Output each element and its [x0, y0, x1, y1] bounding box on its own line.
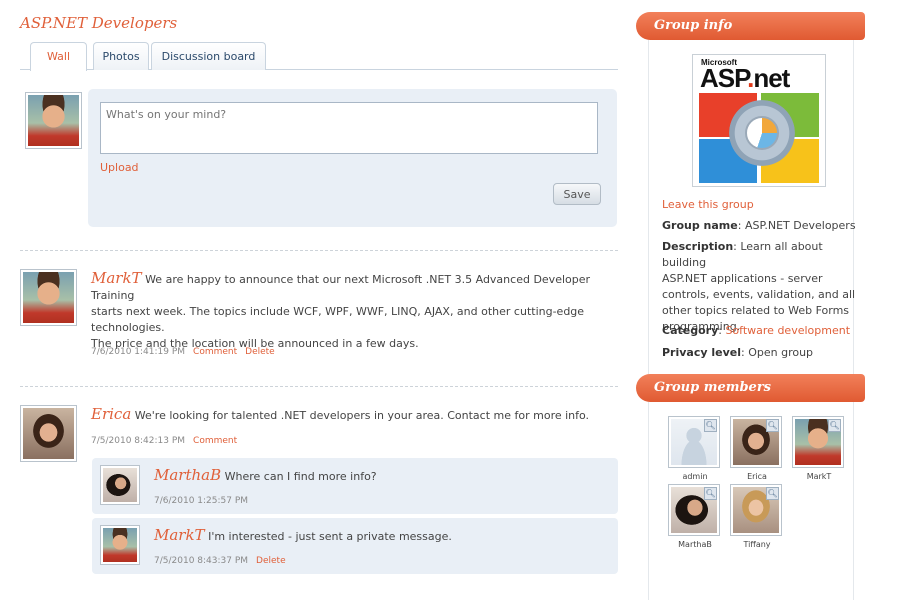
comment-meta: 7/5/2010 8:43:37 PM Delete	[154, 556, 286, 566]
description-text: ASP.NET applications - server	[662, 272, 823, 285]
current-user-avatar	[25, 92, 82, 149]
divider	[20, 386, 618, 387]
description-text: other topics related to Web Forms	[662, 304, 850, 317]
member-tile[interactable]: 🔍︎ MarthaB	[668, 484, 722, 549]
magnifier-icon[interactable]: 🔍︎	[766, 419, 779, 432]
post-avatar[interactable]	[20, 405, 77, 462]
member-tile[interactable]: 🔍︎ Tiffany	[730, 484, 784, 549]
tab-bar: Wall Photos Discussion board	[20, 42, 618, 71]
member-name[interactable]: Erica	[730, 472, 784, 481]
member-name[interactable]: admin	[668, 472, 722, 481]
post-text: technologies.	[91, 321, 165, 334]
user-photo	[28, 95, 79, 146]
post-author-link[interactable]: MarkT	[91, 269, 142, 287]
post-author-link[interactable]: Erica	[91, 405, 131, 423]
category-row: Category: Software development	[662, 324, 851, 337]
save-button[interactable]: Save	[553, 183, 601, 205]
member-avatar[interactable]: 🔍︎	[730, 416, 782, 468]
member-avatar[interactable]: 🔍︎	[730, 484, 782, 536]
post-text: We're looking for talented .NET develope…	[134, 409, 590, 422]
member-name[interactable]: MarthaB	[668, 540, 722, 549]
magnifier-icon[interactable]: 🔍︎	[704, 487, 717, 500]
privacy-label: Privacy level	[662, 346, 742, 359]
group-name-row: Group name: ASP.NET Developers	[662, 219, 856, 232]
logo-text-main: ASP.net	[700, 63, 790, 94]
status-input[interactable]	[100, 102, 598, 154]
tab-photos[interactable]: Photos	[93, 42, 149, 70]
user-photo	[103, 468, 137, 502]
member-avatar[interactable]: 🔍︎	[668, 484, 720, 536]
member-tile[interactable]: 🔍︎ admin	[668, 416, 722, 481]
comment-author-link[interactable]: MarkT	[154, 526, 205, 544]
member-tile[interactable]: 🔍︎ Erica	[730, 416, 784, 481]
privacy-row: Privacy level: Open group	[662, 346, 814, 359]
logo-text-b: net	[753, 63, 790, 93]
group-members-heading: Group members	[636, 374, 865, 402]
group-info-heading: Group info	[636, 12, 865, 40]
magnifier-icon[interactable]: 🔍︎	[766, 487, 779, 500]
comment-text: Where can I find more info?	[224, 470, 377, 483]
comment-link[interactable]: Comment	[193, 436, 237, 446]
page-title: ASP.NET Developers	[20, 14, 178, 32]
comment-content: MarthaB Where can I find more info?	[154, 467, 604, 485]
group-name-value: ASP.NET Developers	[744, 219, 856, 232]
post-text: starts next week. The topics include WCF…	[91, 305, 585, 318]
post-avatar[interactable]	[20, 269, 77, 326]
user-photo	[23, 272, 74, 323]
comment-text: I'm interested - just sent a private mes…	[208, 530, 452, 543]
member-name[interactable]: MarkT	[792, 472, 846, 481]
group-name-label: Group name	[662, 219, 738, 232]
comment-link[interactable]: Comment	[193, 347, 237, 357]
comment-meta: 7/6/2010 1:25:57 PM	[154, 496, 248, 506]
post-timestamp: 7/5/2010 8:42:13 PM	[91, 436, 186, 446]
clock-icon	[745, 116, 779, 150]
post-text: We are happy to announce that our next M…	[91, 273, 591, 302]
privacy-value: Open group	[748, 346, 814, 359]
divider	[20, 250, 618, 251]
post-timestamp: 7/6/2010 1:41:19 PM	[91, 347, 186, 357]
description-text: controls, events, validation, and all	[662, 288, 856, 301]
category-label: Category	[662, 324, 719, 337]
comment-item: MarkT I'm interested - just sent a priva…	[92, 518, 618, 574]
post-meta: 7/6/2010 1:41:19 PM Comment Delete	[91, 347, 275, 357]
comment-timestamp: 7/6/2010 1:25:57 PM	[154, 496, 249, 506]
description-label: Description	[662, 240, 734, 253]
member-avatar[interactable]: 🔍︎	[668, 416, 720, 468]
comment-timestamp: 7/5/2010 8:43:37 PM	[154, 556, 249, 566]
member-avatar[interactable]: 🔍︎	[792, 416, 844, 468]
post-meta: 7/5/2010 8:42:13 PM Comment	[91, 436, 237, 446]
category-link[interactable]: Software development	[725, 324, 850, 337]
status-composer: Upload Save	[88, 89, 617, 227]
member-name[interactable]: Tiffany	[730, 540, 784, 549]
comment-avatar[interactable]	[100, 525, 140, 565]
tab-wall[interactable]: Wall	[30, 42, 87, 71]
comment-avatar[interactable]	[100, 465, 140, 505]
description-row: Description: Learn all about building AS…	[662, 240, 856, 333]
post-content: Erica We're looking for talented .NET de…	[91, 406, 616, 424]
logo-text-a: ASP	[700, 63, 748, 93]
magnifier-icon[interactable]: 🔍︎	[704, 419, 717, 432]
comment-content: MarkT I'm interested - just sent a priva…	[154, 527, 604, 545]
group-logo: Microsoft ASP.net	[692, 54, 826, 187]
user-photo	[23, 408, 74, 459]
magnifier-icon[interactable]: 🔍︎	[828, 419, 841, 432]
delete-link[interactable]: Delete	[256, 556, 286, 566]
comment-item: MarthaB Where can I find more info? 7/6/…	[92, 458, 618, 514]
comment-author-link[interactable]: MarthaB	[154, 466, 221, 484]
tab-discussion-board[interactable]: Discussion board	[151, 42, 266, 70]
delete-link[interactable]: Delete	[245, 347, 275, 357]
leave-group-link[interactable]: Leave this group	[662, 198, 754, 211]
upload-link[interactable]: Upload	[100, 161, 139, 174]
post-content: MarkT We are happy to announce that our …	[91, 270, 616, 352]
user-photo	[103, 528, 137, 562]
member-tile[interactable]: 🔍︎ MarkT	[792, 416, 846, 481]
